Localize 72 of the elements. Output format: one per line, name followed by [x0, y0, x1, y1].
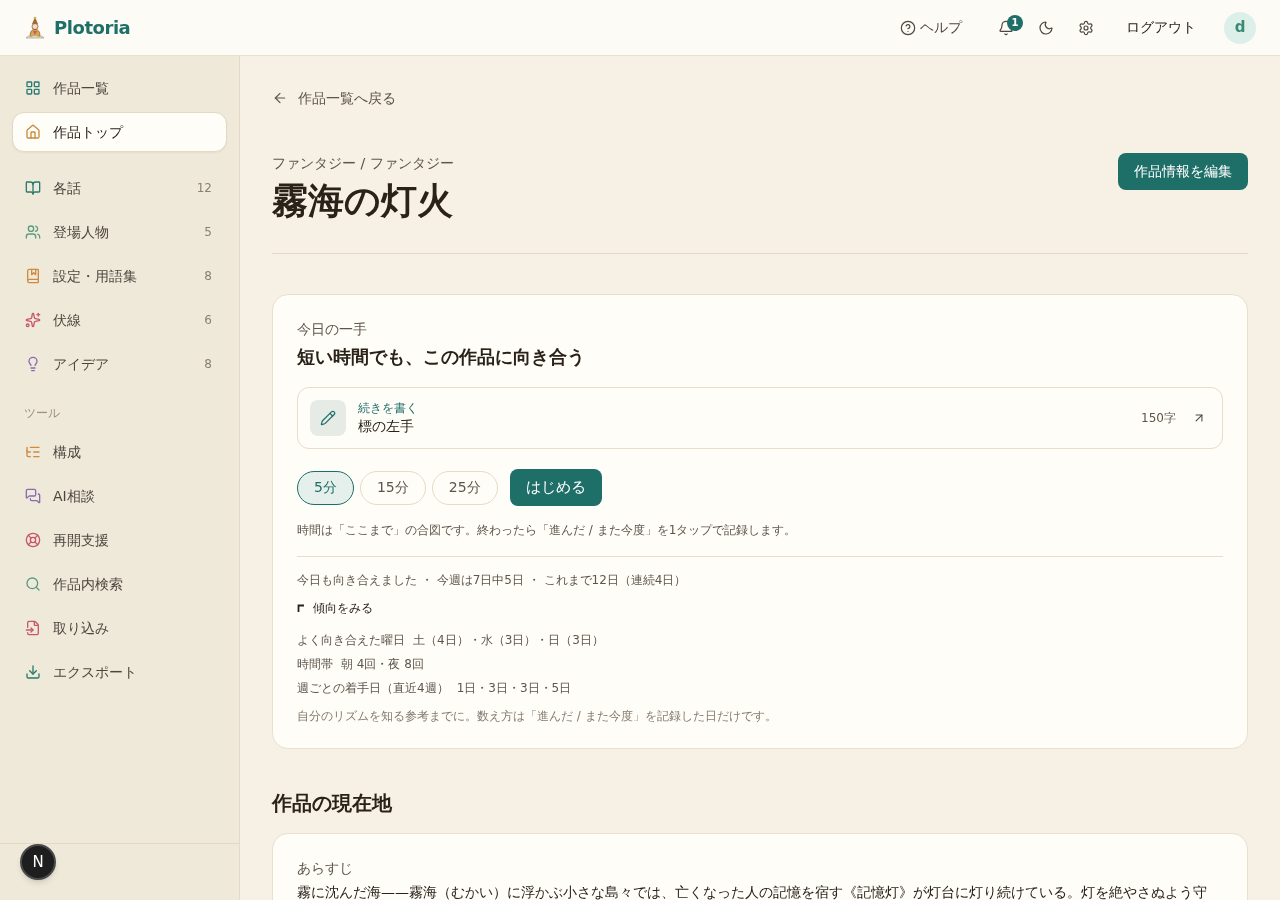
- sidebar-item[interactable]: 伏線 6: [12, 300, 227, 340]
- help-button[interactable]: ヘルプ: [896, 11, 966, 44]
- sparkles-icon: [25, 312, 41, 328]
- section-title: 作品の現在地: [272, 790, 393, 817]
- grid-icon: [25, 80, 41, 96]
- sidebar-item[interactable]: エクスポート: [12, 652, 227, 692]
- sidebar-item[interactable]: 設定・用語集 8: [12, 256, 227, 296]
- back-link[interactable]: 作品一覧へ戻る: [272, 88, 396, 108]
- sidebar-item[interactable]: 登場人物 5: [12, 212, 227, 252]
- progress-stats: 今日も向き合えました ・ 今週は7日中5日 ・ これまで12日（連続4日）: [297, 572, 688, 588]
- character-count: 150字: [1141, 410, 1176, 427]
- item-count: 6: [204, 312, 213, 329]
- item-count: 8: [204, 356, 213, 373]
- sidebar-item[interactable]: 作品一覧: [12, 68, 227, 108]
- mascot-logo-icon: [24, 15, 46, 40]
- section-heading: ツール: [24, 406, 60, 420]
- open-book-icon: [25, 180, 41, 196]
- action-label: 続きを書く: [358, 400, 419, 416]
- trend-label: 時間帯: [297, 656, 333, 673]
- download-icon: [25, 664, 41, 680]
- trend-label: 週ごとの着手日（直近4週）: [297, 680, 449, 697]
- duration-option[interactable]: 15分: [359, 470, 426, 505]
- trend-label: よく向き合えた曜日: [297, 632, 405, 649]
- episode-title: 標の左手: [358, 417, 415, 436]
- trends-toggle[interactable]: 傾向をみる: [297, 600, 373, 616]
- duration-option[interactable]: 5分: [297, 470, 354, 505]
- card-heading: 短い時間でも、この作品に向き合う: [297, 345, 586, 369]
- moon-icon: [1038, 19, 1054, 36]
- genre-label: ファンタジー / ファンタジー: [272, 154, 454, 173]
- home-icon: [25, 124, 41, 140]
- logout-button[interactable]: ログアウト: [1114, 11, 1208, 44]
- sidebar-item[interactable]: 各話 12: [12, 168, 227, 208]
- pencil-icon: [310, 400, 346, 436]
- duration-option[interactable]: 25分: [431, 470, 498, 505]
- edit-work-button[interactable]: 作品情報を編集: [1118, 153, 1248, 190]
- help-icon: [900, 19, 916, 36]
- item-count: 5: [204, 224, 213, 241]
- back-arrow-icon: [272, 90, 288, 106]
- sidebar-item[interactable]: 作品トップ: [12, 112, 227, 152]
- trends-note: 自分のリズムを知る参考までに。数え方は「進んだ / また今度」を記録した日だけです。: [297, 708, 778, 724]
- timer-hint: 時間は「ここまで」の合図です。終わったら「進んだ / また今度」を1タップで記録します。: [297, 522, 798, 538]
- bookmarked-book-icon: [25, 268, 41, 284]
- lightbulb-icon: [25, 356, 41, 372]
- sidebar-item[interactable]: AI相談: [12, 476, 227, 516]
- sidebar-item[interactable]: 作品内検索: [12, 564, 227, 604]
- synopsis-label: あらすじ: [297, 859, 354, 878]
- next-action-card[interactable]: 続きを書く 標の左手 150字: [297, 387, 1223, 449]
- bell-icon: [998, 19, 1014, 36]
- synopsis-text: 霧に沈んだ海——霧海（むかい）に浮かぶ小さな島々では、亡くなった人の記憶を宿す《記憶灯》が灯台に灯り続けている。灯を絶やさぬよう守: [297, 883, 1208, 900]
- settings-icon: [1078, 19, 1094, 36]
- sidebar-item[interactable]: 取り込み: [12, 608, 227, 648]
- lifebuoy-icon: [25, 532, 41, 548]
- brand-name: Plotoria: [54, 16, 131, 40]
- trend-value: 朝 4回・夜 8回: [341, 656, 424, 673]
- search-icon: [25, 576, 41, 592]
- sidebar-item[interactable]: アイデア 8: [12, 344, 227, 384]
- sidebar-item[interactable]: 再開支援: [12, 520, 227, 560]
- chat-bubbles-icon: [25, 488, 41, 504]
- notifications-button[interactable]: 1: [990, 11, 1022, 44]
- file-import-icon: [25, 620, 41, 636]
- list-tree-icon: [25, 444, 41, 460]
- card-eyebrow: 今日の一手: [297, 320, 368, 339]
- trend-value: 土（4日）・水（3日）・日（3日）: [413, 632, 604, 649]
- work-title: 霧海の灯火: [272, 179, 454, 223]
- item-count: 8: [204, 268, 213, 285]
- sidebar-item[interactable]: 構成: [12, 432, 227, 472]
- notification-badge: 1: [1007, 14, 1023, 31]
- dev-indicator-button[interactable]: N: [20, 844, 56, 880]
- start-button[interactable]: はじめる: [509, 469, 602, 506]
- people-icon: [25, 224, 41, 240]
- item-count: 12: [196, 180, 213, 197]
- trend-value: 1日・3日・3日・5日: [456, 680, 572, 697]
